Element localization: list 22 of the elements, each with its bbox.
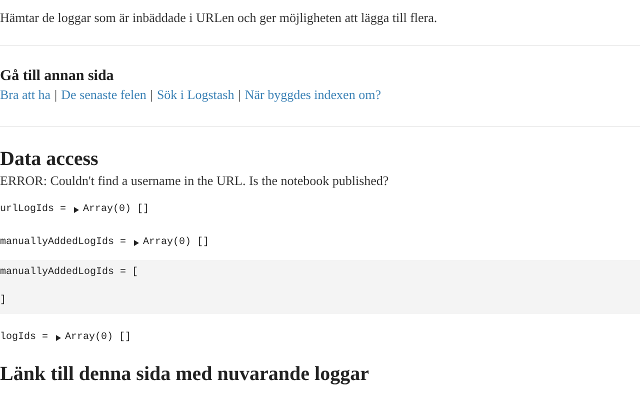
variable-name: manuallyAddedLogIds = <box>0 236 128 250</box>
expand-triangle-icon[interactable] <box>56 335 62 341</box>
description-text: Hämtar de loggar som är inbäddade i URLen och ger möjligheten att lägga till flera. <box>0 9 438 27</box>
variable-name: logIds = <box>0 331 50 345</box>
page-link[interactable]: De senaste felen <box>61 86 146 104</box>
link-separator: | <box>150 86 153 104</box>
expand-triangle-icon[interactable] <box>134 240 140 246</box>
error-message: ERROR: Couldn't find a username in the URL. Is the notebook published? <box>0 172 390 190</box>
page-link[interactable]: Bra att ha <box>0 86 51 104</box>
variable-name: urlLogIds = <box>0 203 68 217</box>
page-link[interactable]: När byggdes indexen om? <box>244 86 381 104</box>
variable-value: Array(0) [] <box>83 203 150 217</box>
variable-value: Array(0) [] <box>65 331 132 345</box>
page-link[interactable]: Sök i Logstash <box>156 86 234 104</box>
variable-value: Array(0) [] <box>143 236 210 250</box>
expand-triangle-icon[interactable] <box>74 207 80 213</box>
link-separator: | <box>238 86 241 104</box>
section-heading: Data access <box>0 147 100 172</box>
code-editor[interactable]: manuallyAddedLogIds = [ ] <box>0 260 640 314</box>
section-heading: Gå till annan sida <box>0 67 115 86</box>
link-separator: | <box>54 86 58 104</box>
section-heading: Länk till denna sida med nuvarande loggar <box>0 362 370 387</box>
